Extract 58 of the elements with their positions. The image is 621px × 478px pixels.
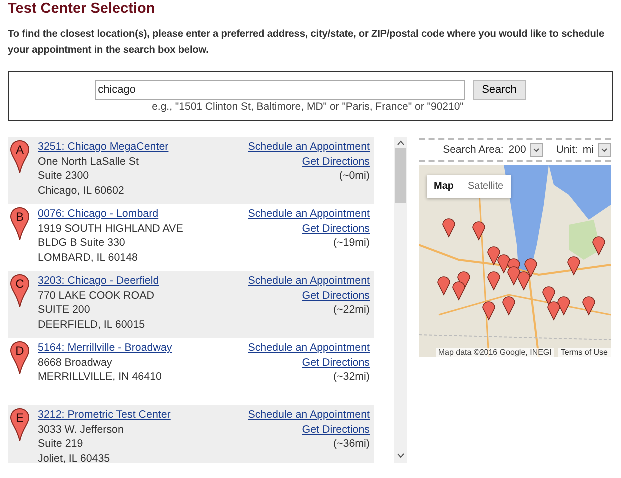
directions-link[interactable]: Get Directions	[302, 422, 370, 438]
search-button[interactable]: Search	[473, 80, 526, 100]
map-marker: D	[10, 341, 30, 375]
directions-link[interactable]: Get Directions	[302, 356, 370, 370]
center-name-link[interactable]: 3212: Prometric Test Center	[38, 408, 171, 423]
dropdown-icon[interactable]	[530, 143, 544, 157]
distance-text: (~36mi)	[333, 437, 370, 452]
address-line: Suite 219	[38, 437, 84, 452]
address-line: Suite 2300	[38, 169, 90, 184]
address-line: LOMBARD, IL 60148	[38, 251, 138, 266]
address-line: 3033 W. Jefferson	[38, 422, 124, 438]
search-hint: e.g., "1501 Clinton St, Baltimore, MD" or "Paris, France" or "90210"	[152, 101, 464, 113]
address-line: SUITE 200	[38, 303, 90, 318]
address-line: One North LaSalle St	[38, 154, 139, 170]
address-line: 770 LAKE COOK ROAD	[38, 288, 154, 304]
unit-value: mi	[582, 144, 594, 156]
distance-text: (~32mi)	[333, 370, 370, 386]
address-line: Chicago, IL 60602	[38, 184, 124, 199]
schedule-link[interactable]: Schedule an Appointment	[248, 207, 370, 222]
address-line: 1919 SOUTH HIGHLAND AVE	[38, 222, 184, 236]
address-line: Joliet, IL 60435	[38, 452, 110, 463]
center-name-link[interactable]: 3251: Chicago MegaCenter	[38, 140, 169, 155]
schedule-link[interactable]: Schedule an Appointment	[248, 274, 370, 289]
directions-link[interactable]: Get Directions	[302, 222, 370, 236]
map-type-tab[interactable]: Map	[427, 175, 461, 198]
terms-link[interactable]: Terms of Use	[558, 348, 611, 357]
instructions-text: To find the closest location(s), please enter a preferred address, city/state, or ZIP/postal code where you would like to schedule your appointment in the search box below.	[8, 28, 606, 58]
directions-link[interactable]: Get Directions	[302, 154, 370, 170]
center-name-link[interactable]: 5164: Merrillville - Broadway	[38, 341, 172, 356]
scroll-up-icon	[396, 140, 404, 146]
scroll-thumb[interactable]	[395, 148, 406, 203]
search-area-value: 200	[508, 144, 526, 156]
unit-label: Unit:	[556, 144, 578, 156]
center-name-link[interactable]: 3203: Chicago - Deerfield	[38, 274, 160, 289]
distance-text: (~19mi)	[333, 236, 370, 252]
map-marker: C	[10, 274, 30, 308]
dropdown-icon[interactable]	[598, 143, 611, 157]
map-marker: A	[10, 140, 30, 174]
address-line: BLDG B Suite 330	[38, 236, 126, 252]
distance-text: (~22mi)	[333, 303, 370, 318]
map-type-tab[interactable]: Satellite	[461, 175, 511, 198]
search-area-label: Search Area:	[443, 144, 504, 156]
scrollbar[interactable]	[394, 137, 407, 463]
map-marker: E	[10, 408, 30, 442]
address-line: 8668 Broadway	[38, 356, 112, 370]
directions-link[interactable]: Get Directions	[302, 288, 370, 304]
distance-text: (~0mi)	[339, 169, 370, 184]
schedule-link[interactable]: Schedule an Appointment	[248, 140, 370, 155]
schedule-link[interactable]: Schedule an Appointment	[248, 408, 370, 423]
address-line: DEERFIELD, IL 60015	[38, 318, 146, 333]
center-name-link[interactable]: 0076: Chicago - Lombard	[38, 207, 159, 222]
page-title: Test Center Selection	[8, 0, 156, 17]
address-line: MERRILLVILLE, IN 46410	[38, 370, 162, 386]
search-field[interactable]: chicago	[95, 80, 466, 100]
scroll-down-icon	[396, 453, 404, 459]
map-attribution: Map data ©2016 Google, INEGI	[436, 348, 554, 357]
map-marker: B	[10, 207, 30, 241]
schedule-link[interactable]: Schedule an Appointment	[248, 341, 370, 356]
